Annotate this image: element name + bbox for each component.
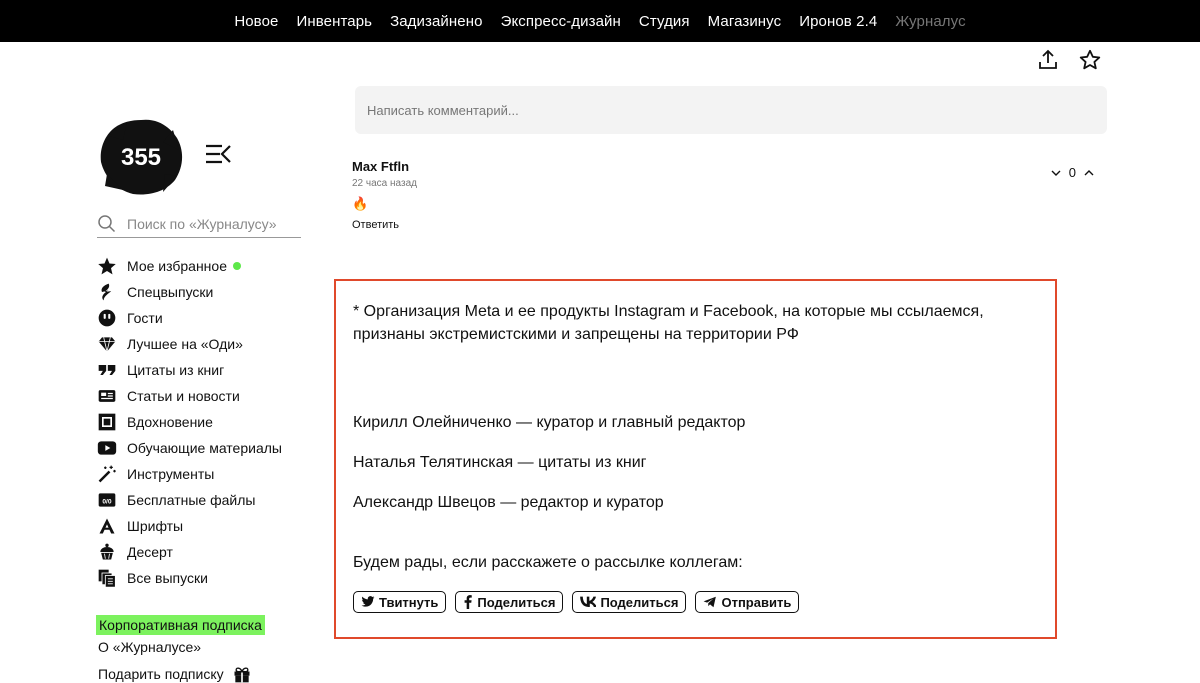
sidebar-item-dessert[interactable]: Десерт [97,539,282,565]
search-field[interactable]: Поиск по «Журналусу» [97,210,301,238]
status-dot [233,262,241,270]
diamond-icon [97,334,117,354]
font-a-icon [97,516,117,536]
sidebar-item-label: Статьи и новости [127,388,240,404]
nav-link-new[interactable]: Новое [234,13,278,30]
frame-icon [97,412,117,432]
sidebar-item-label: Гости [127,310,163,326]
logo-text: 355 [121,144,161,171]
sidebar-item-articles[interactable]: Статьи и новости [97,383,282,409]
cupcake-icon [97,542,117,562]
sidebar-item-label: Цитаты из книг [127,362,225,378]
sidebar-item-fonts[interactable]: Шрифты [97,513,282,539]
sidebar-item-best[interactable]: Лучшее на «Оди» [97,331,282,357]
facebook-share-button[interactable]: Поделиться [455,591,564,613]
search-icon [98,214,116,232]
sidebar-item-label: Обучающие материалы [127,440,282,456]
site-logo[interactable]: 355 [97,116,185,201]
credit-line: Наталья Телятинская — цитаты из книг [353,454,647,471]
comment-input-placeholder: Написать комментарий... [367,102,519,118]
star-outline-icon[interactable] [1078,48,1102,72]
sidebar-item-label: Мое избранное [127,258,227,274]
comment-votes: 0 [1051,165,1094,180]
upload-share-icon[interactable] [1036,48,1060,72]
vk-share-button[interactable]: Поделиться [572,591,687,613]
sidebar-item-guests[interactable]: Гости [97,305,282,331]
header-actions [1036,48,1102,72]
gift-icon [234,667,250,683]
credit-line: Александр Швецов — редактор и куратор [353,494,664,511]
sidebar-item-label: Десерт [127,544,173,560]
top-navigation: Новое Инвентарь Задизайнено Экспресс-диз… [0,0,1200,42]
legal-notice: * Организация Meta и ее продукты Instagr… [353,303,984,343]
sidebar-item-learning[interactable]: Обучающие материалы [97,435,282,461]
reply-button[interactable]: Ответить [352,219,1102,231]
corporate-subscription-link[interactable]: Корпоративная подписка [96,615,265,635]
sidebar-item-label: Лучшее на «Оди» [127,336,243,352]
quote-icon [97,360,117,380]
sidebar-item-label: Все выпуски [127,570,208,586]
sidebar-menu: Мое избранное Спецвыпуски Гости Лучшее н… [97,253,282,591]
newsletter-footer-block: * Организация Meta и ее продукты Instagr… [334,279,1057,639]
share-button-label: Поделиться [600,594,679,610]
share-button-label: Отправить [721,594,792,610]
smiley-face-icon [97,308,117,328]
nav-link-shop[interactable]: Магазинус [708,13,782,30]
sidebar-item-label: Инструменты [127,466,215,482]
sidebar-item-specials[interactable]: Спецвыпуски [97,279,282,305]
nav-link-ironov[interactable]: Иронов 2.4 [799,13,877,30]
sidebar-item-tools[interactable]: Инструменты [97,461,282,487]
comment-body: 🔥 [352,196,369,211]
free-files-icon: 0/0 [97,490,117,510]
facebook-icon [464,595,473,609]
sidebar-item-label: Бесплатные файлы [127,492,256,508]
stack-icon [97,568,117,588]
share-buttons: Твитнуть Поделиться Поделиться Отправить [353,591,800,613]
play-icon [97,438,117,458]
share-button-label: Твитнуть [379,594,439,610]
share-button-label: Поделиться [477,594,556,610]
twitter-icon [361,596,375,607]
downvote-chevron-icon[interactable] [1051,168,1061,178]
sidebar-item-free-files[interactable]: 0/0 Бесплатные файлы [97,487,282,513]
twitter-share-button[interactable]: Твитнуть [353,591,447,613]
comment-timestamp: 22 часа назад [352,178,417,189]
sidebar-item-quotes[interactable]: Цитаты из книг [97,357,282,383]
gift-subscription-label: Подарить подписку [98,666,224,682]
comment-author[interactable]: Max Ftfln [352,159,1102,174]
sidebar-item-inspiration[interactable]: Вдохновение [97,409,282,435]
lightning-icon [97,282,117,302]
nav-link-designed[interactable]: Задизайнено [390,13,482,30]
sidebar-item-label: Спецвыпуски [127,284,214,300]
comment-input[interactable]: Написать комментарий... [355,86,1107,134]
nav-link-express-design[interactable]: Экспресс-дизайн [501,13,621,30]
menu-collapse-icon[interactable] [204,143,232,165]
magic-wand-icon [97,464,117,484]
credit-line: Кирилл Олейниченко — куратор и главный р… [353,414,746,431]
search-placeholder: Поиск по «Журналусу» [127,215,277,232]
nav-link-studio[interactable]: Студия [639,13,690,30]
share-call-to-action: Будем рады, если расскажете о рассылке к… [353,554,743,571]
sidebar-item-label: Вдохновение [127,414,213,430]
telegram-share-button[interactable]: Отправить [695,591,800,613]
upvote-chevron-icon[interactable] [1084,168,1094,178]
sidebar-item-label: Шрифты [127,518,184,534]
vk-icon [580,596,597,607]
comment-item: Max Ftfln 22 часа назад 🔥 Ответить 0 [352,159,1102,231]
svg-text:0/0: 0/0 [102,498,112,505]
vote-score: 0 [1068,165,1076,180]
about-link[interactable]: О «Журналусе» [98,639,201,655]
nav-link-inventory[interactable]: Инвентарь [296,13,372,30]
sidebar-item-favorites[interactable]: Мое избранное [97,253,282,279]
telegram-icon [704,596,717,608]
gift-subscription-link[interactable]: Подарить подписку [98,664,252,683]
star-icon [97,256,117,276]
newspaper-icon [97,386,117,406]
nav-link-journal[interactable]: Журналус [895,13,965,30]
sidebar-item-all-issues[interactable]: Все выпуски [97,565,282,591]
logo-mark: 355 [100,119,183,195]
